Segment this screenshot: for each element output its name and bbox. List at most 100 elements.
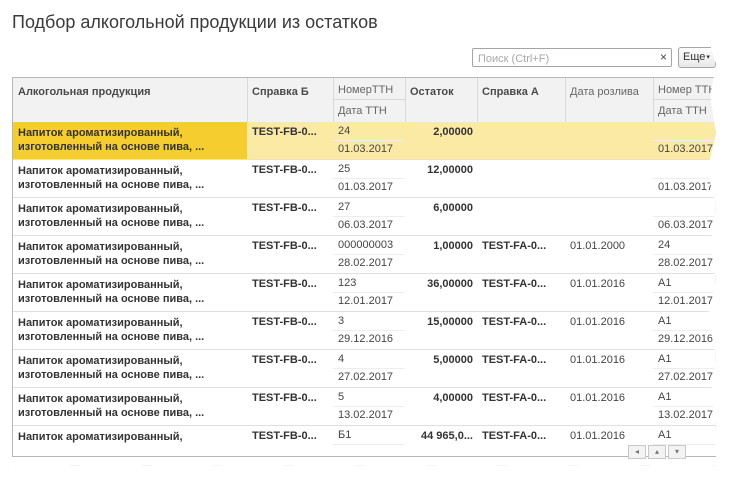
table-row[interactable]: Напиток ароматизированный, TEST-FB-0... Б1… <box>13 426 716 456</box>
table-row[interactable]: Напиток ароматизированный, изготовленный … <box>13 274 716 312</box>
col-header-product[interactable]: Алкогольная продукция <box>13 86 247 98</box>
column-divider <box>653 78 654 122</box>
ttn-number-2-cell: А1 <box>658 277 672 289</box>
col-header-ttn-date-2[interactable]: Дата ТТН <box>653 105 716 117</box>
product-name-line: Напиток ароматизированный, <box>18 127 183 139</box>
product-name-line: изготовленный на основе пива, ... <box>18 293 205 305</box>
cell-divider <box>333 330 405 331</box>
ttn-date-2-cell: 13.02.2017 <box>658 409 714 421</box>
product-name-cell: Напиток ароматизированный, изготовленный … <box>13 350 247 387</box>
bottling-date-cell: 01.01.2016 <box>570 354 626 366</box>
table-row[interactable]: Напиток ароматизированный, изготовленный … <box>13 122 716 160</box>
table-row[interactable]: Напиток ароматизированный, изготовленный … <box>13 198 716 236</box>
product-name-cell: Напиток ароматизированный, изготовленный … <box>13 312 247 349</box>
window-title: Подбор алкогольной продукции из остатков <box>12 12 378 32</box>
cell-divider <box>653 216 716 217</box>
column-divider <box>477 78 478 122</box>
rest-cell: 44 965,0... <box>421 430 473 442</box>
table-row[interactable]: Напиток ароматизированный, изготовленный … <box>13 236 716 274</box>
table-row[interactable]: Напиток ароматизированный, изготовленный … <box>13 160 716 198</box>
rest-cell: 12,00000 <box>427 164 473 176</box>
header-divider <box>333 99 405 100</box>
bottling-date-cell: 01.01.2016 <box>570 278 626 290</box>
cert-a-cell: TEST-FA-0... <box>482 316 547 328</box>
product-name-line: Напиток ароматизированный, <box>18 355 183 367</box>
cert-a-cell: TEST-FA-0... <box>482 430 547 442</box>
scroll-up-button[interactable]: ▴ <box>648 445 666 459</box>
product-name-cell: Напиток ароматизированный, изготовленный … <box>13 388 247 425</box>
cert-b-cell: TEST-FB-0... <box>252 126 317 138</box>
cert-b-cell: TEST-FB-0... <box>252 240 317 252</box>
product-name-line: изготовленный на основе пива, ... <box>18 255 205 267</box>
products-table[interactable]: Алкогольная продукция Справка Б НомерТТН… <box>12 77 716 457</box>
product-name-cell: Напиток ароматизированный, изготовленный … <box>13 274 247 311</box>
rest-cell: 2,00000 <box>433 126 473 138</box>
product-name-line: Напиток ароматизированный, <box>18 317 183 329</box>
rest-cell: 6,00000 <box>433 202 473 214</box>
col-header-ttn-number-2[interactable]: Номер ТТН <box>653 84 716 96</box>
col-header-bottling-date[interactable]: Дата розлива <box>565 86 653 98</box>
ttn-date-2-cell: 01.03.2017 <box>658 143 714 155</box>
cell-divider <box>653 406 716 407</box>
ttn-date-cell: 27.02.2017 <box>338 371 394 383</box>
cell-divider <box>333 406 405 407</box>
product-name-line: Напиток ароматизированный, <box>18 393 183 405</box>
rest-cell: 15,00000 <box>427 316 473 328</box>
search-field[interactable]: × <box>472 48 672 68</box>
bottling-date-cell: 01.01.2016 <box>570 316 626 328</box>
cell-divider <box>333 178 405 179</box>
cert-b-cell: TEST-FB-0... <box>252 164 317 176</box>
header-divider <box>653 99 716 100</box>
cert-a-cell: TEST-FA-0... <box>482 278 547 290</box>
product-name-line: Напиток ароматизированный, <box>18 165 183 177</box>
scroll-down-button[interactable]: ▾ <box>668 445 686 459</box>
cell-divider <box>653 178 716 179</box>
ttn-number-cell: Б1 <box>338 429 352 441</box>
ttn-number-cell: 5 <box>338 391 345 403</box>
more-button[interactable]: Еще▾ <box>678 47 716 68</box>
cell-divider <box>653 368 716 369</box>
table-row[interactable]: Напиток ароматизированный, изготовленный … <box>13 388 716 426</box>
ttn-number-cell: 000000003 <box>338 239 394 251</box>
ttn-number-cell: 3 <box>338 315 345 327</box>
table-row[interactable]: Напиток ароматизированный, изготовленный … <box>13 312 716 350</box>
cert-a-cell: TEST-FA-0... <box>482 392 547 404</box>
ttn-date-cell: 28.02.2017 <box>338 257 394 269</box>
product-name-cell: Напиток ароматизированный, изготовленный … <box>13 236 247 273</box>
ttn-number-cell: 123 <box>338 277 357 289</box>
cell-divider <box>653 254 716 255</box>
ttn-date-cell: 29.12.2016 <box>338 333 394 345</box>
column-divider <box>405 78 406 122</box>
col-header-ttn-number[interactable]: НомерТТН <box>333 84 405 96</box>
ttn-number-cell: 24 <box>338 125 351 137</box>
ttn-number-2-cell: А1 <box>658 429 672 441</box>
cell-divider <box>333 140 405 141</box>
product-name-line: изготовленный на основе пива, ... <box>18 179 205 191</box>
clear-search-icon[interactable]: × <box>660 50 667 64</box>
bottling-date-cell: 01.01.2000 <box>570 240 626 252</box>
product-name-line: изготовленный на основе пива, ... <box>18 217 205 229</box>
rest-cell: 5,00000 <box>433 354 473 366</box>
cert-a-cell: TEST-FA-0... <box>482 240 547 252</box>
col-header-rest[interactable]: Остаток <box>405 86 477 98</box>
product-name-cell: Напиток ароматизированный, изготовленный … <box>13 160 247 197</box>
ttn-number-2-cell: А1 <box>658 353 672 365</box>
rest-cell: 4,00000 <box>433 392 473 404</box>
column-divider <box>333 78 334 122</box>
ttn-date-2-cell: 12.01.2017 <box>658 295 714 307</box>
search-input[interactable] <box>476 50 650 68</box>
product-name-cell: Напиток ароматизированный, изготовленный … <box>13 122 247 159</box>
ttn-date-2-cell: 27.02.2017 <box>658 371 714 383</box>
product-name-line: изготовленный на основе пива, ... <box>18 407 205 419</box>
more-button-label: Еще <box>683 51 706 63</box>
product-name-line: изготовленный на основе пива, ... <box>18 331 205 343</box>
scroll-left-button[interactable]: ◂ <box>628 445 646 459</box>
product-name-line: изготовленный на основе пива, ... <box>18 141 205 153</box>
col-header-cert-a[interactable]: Справка А <box>477 86 565 98</box>
col-header-cert-b[interactable]: Справка Б <box>247 86 333 98</box>
table-row[interactable]: Напиток ароматизированный, изготовленный … <box>13 350 716 388</box>
ttn-number-cell: 27 <box>338 201 351 213</box>
cert-b-cell: TEST-FB-0... <box>252 278 317 290</box>
col-header-ttn-date[interactable]: Дата ТТН <box>333 105 405 117</box>
product-name-cell: Напиток ароматизированный, <box>13 426 247 456</box>
